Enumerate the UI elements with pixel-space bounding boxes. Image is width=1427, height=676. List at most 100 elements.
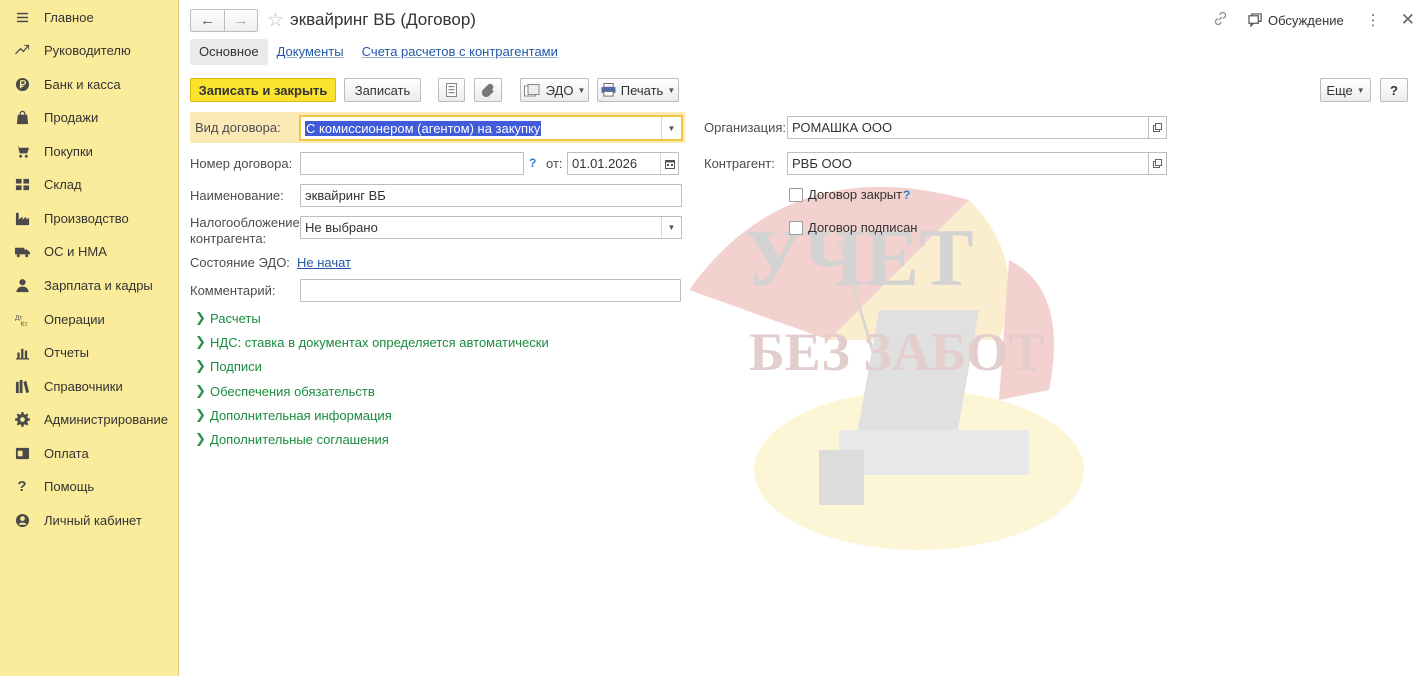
- calendar-icon[interactable]: [660, 153, 678, 174]
- group-additional-info[interactable]: ❯ Дополнительная информация: [195, 407, 392, 423]
- sidebar-item-bank[interactable]: Банк и касса: [0, 69, 179, 99]
- sidebar-item-label: Отчеты: [44, 344, 89, 360]
- open-icon: [1153, 159, 1162, 168]
- truck-icon: [0, 244, 44, 259]
- tab-documents[interactable]: Документы: [268, 39, 353, 65]
- contract-number-input[interactable]: [300, 152, 524, 175]
- group-signatures[interactable]: ❯ Подписи: [195, 358, 262, 374]
- sidebar-item-payment[interactable]: Оплата: [0, 438, 179, 468]
- print-dropdown-button[interactable]: Печать ▼: [597, 78, 679, 102]
- arrow-left-icon: ←: [200, 11, 215, 29]
- group-vat[interactable]: ❯ НДС: ставка в документах определяется …: [195, 334, 549, 350]
- sidebar-item-reports[interactable]: Отчеты: [0, 337, 179, 367]
- discussion-button[interactable]: Обсуждение: [1248, 13, 1344, 28]
- books-icon: [0, 379, 44, 394]
- menu-icon: [0, 10, 44, 25]
- sidebar-item-warehouse[interactable]: Склад: [0, 169, 179, 199]
- sidebar-item-purchases[interactable]: Покупки: [0, 136, 179, 166]
- more-actions-icon[interactable]: ⋮: [1366, 11, 1381, 29]
- taxation-select[interactable]: Не выбрано ▼: [300, 216, 682, 239]
- bag-icon: [0, 110, 44, 125]
- sidebar-item-help[interactable]: ? Помощь: [0, 471, 179, 501]
- comment-input[interactable]: [300, 279, 681, 302]
- edo-label: ЭДО: [545, 82, 574, 98]
- group-obligations[interactable]: ❯ Обеспечения обязательств: [195, 383, 375, 399]
- sidebar-item-operations[interactable]: Дт Кт Операции: [0, 304, 179, 334]
- favorite-star-icon[interactable]: ☆: [267, 11, 284, 30]
- contract-signed-label: Договор подписан: [808, 220, 918, 235]
- cart-icon: [0, 144, 44, 159]
- chat-icon: [1248, 13, 1262, 27]
- question-icon: ?: [17, 477, 27, 495]
- contract-type-value: С комиссионером (агентом) на закупку: [305, 120, 542, 136]
- group-label: НДС: ставка в документах определяется ав…: [210, 334, 549, 350]
- contract-date-input[interactable]: 01.01.2026: [567, 152, 679, 175]
- close-icon[interactable]: ✕: [1401, 10, 1415, 30]
- tab-settlement-accounts[interactable]: Счета расчетов с контрагентами: [353, 39, 567, 65]
- watermark-text-2: БЕЗ ЗАБОТ: [749, 322, 1044, 382]
- chevron-right-icon: ❯: [195, 383, 206, 398]
- factory-icon: [0, 211, 44, 226]
- taxation-value: Не выбрано: [305, 220, 378, 235]
- payment-icon: [0, 446, 44, 461]
- name-label: Наименование:: [190, 188, 284, 203]
- name-value: эквайринг ВБ: [305, 188, 386, 203]
- chevron-down-icon[interactable]: ▼: [661, 217, 681, 238]
- trend-icon: [0, 43, 44, 58]
- edo-state-label: Состояние ЭДО:: [190, 255, 290, 270]
- print-label: Печать: [620, 82, 664, 98]
- chart-icon: [0, 345, 44, 360]
- sidebar-item-salary[interactable]: Зарплата и кадры: [0, 270, 179, 300]
- edo-state-link[interactable]: Не начат: [297, 255, 351, 270]
- group-label: Обеспечения обязательств: [210, 383, 375, 399]
- sidebar-item-main[interactable]: Главное: [0, 2, 179, 32]
- operations-icon: Дт Кт: [0, 312, 44, 327]
- name-input[interactable]: эквайринг ВБ: [300, 184, 682, 207]
- organization-open-button[interactable]: [1148, 116, 1167, 139]
- link-icon[interactable]: [1213, 11, 1228, 30]
- contract-signed-checkbox[interactable]: [789, 221, 803, 235]
- help-button[interactable]: ?: [1380, 78, 1408, 102]
- contract-type-select[interactable]: С комиссионером (агентом) на закупку ▼: [299, 115, 683, 141]
- warehouse-icon: [0, 177, 44, 192]
- counterparty-field[interactable]: РВБ ООО: [787, 152, 1149, 175]
- command-bar: Записать и закрыть Записать ЭДО ▼ Печать…: [190, 78, 1410, 102]
- back-button[interactable]: ←: [191, 9, 224, 31]
- sidebar-item-account[interactable]: Личный кабинет: [0, 505, 179, 535]
- more-label: Еще: [1326, 82, 1353, 98]
- sidebar-item-manager[interactable]: Руководителю: [0, 35, 179, 65]
- group-additional-agreements[interactable]: ❯ Дополнительные соглашения: [195, 431, 389, 447]
- save-close-button[interactable]: Записать и закрыть: [190, 78, 336, 102]
- arrow-right-icon: →: [233, 11, 249, 29]
- sidebar-item-assets[interactable]: ОС и НМА: [0, 236, 179, 266]
- group-settlements[interactable]: ❯ Расчеты: [195, 310, 261, 326]
- sidebar: Главное Руководителю Банк и касса Продаж…: [0, 0, 179, 676]
- contract-number-help-icon[interactable]: ?: [529, 156, 536, 170]
- contract-closed-checkbox[interactable]: [789, 188, 803, 202]
- sidebar-item-label: Оплата: [44, 445, 89, 461]
- forward-button[interactable]: →: [224, 9, 257, 31]
- attach-button[interactable]: [474, 78, 502, 102]
- organization-field[interactable]: РОМАШКА ООО: [787, 116, 1149, 139]
- document-list-button[interactable]: [438, 78, 465, 102]
- sidebar-item-label: Склад: [44, 176, 82, 192]
- group-label: Дополнительная информация: [210, 407, 392, 423]
- save-button[interactable]: Записать: [344, 78, 421, 102]
- tab-main[interactable]: Основное: [190, 39, 268, 65]
- person-icon: [0, 278, 44, 293]
- contract-closed-help-icon[interactable]: ?: [903, 188, 910, 202]
- form-tabs: Основное Документы Счета расчетов с конт…: [190, 39, 567, 65]
- chevron-down-icon[interactable]: ▼: [661, 117, 681, 139]
- main-area: УЧЕТ БЕЗ ЗАБОТ ← → ☆ эквайринг ВБ (Догов…: [179, 0, 1427, 676]
- contract-type-label: Вид договора:: [195, 120, 281, 135]
- sidebar-item-references[interactable]: Справочники: [0, 371, 179, 401]
- sidebar-item-label: Руководителю: [44, 42, 131, 58]
- contract-number-label: Номер договора:: [190, 156, 293, 171]
- sidebar-item-admin[interactable]: Администрирование: [0, 404, 179, 434]
- sidebar-item-sales[interactable]: Продажи: [0, 102, 179, 132]
- more-dropdown-button[interactable]: Еще ▼: [1320, 78, 1371, 102]
- group-label: Дополнительные соглашения: [210, 431, 389, 447]
- sidebar-item-production[interactable]: Производство: [0, 203, 179, 233]
- edo-dropdown-button[interactable]: ЭДО ▼: [520, 78, 589, 102]
- counterparty-open-button[interactable]: [1148, 152, 1167, 175]
